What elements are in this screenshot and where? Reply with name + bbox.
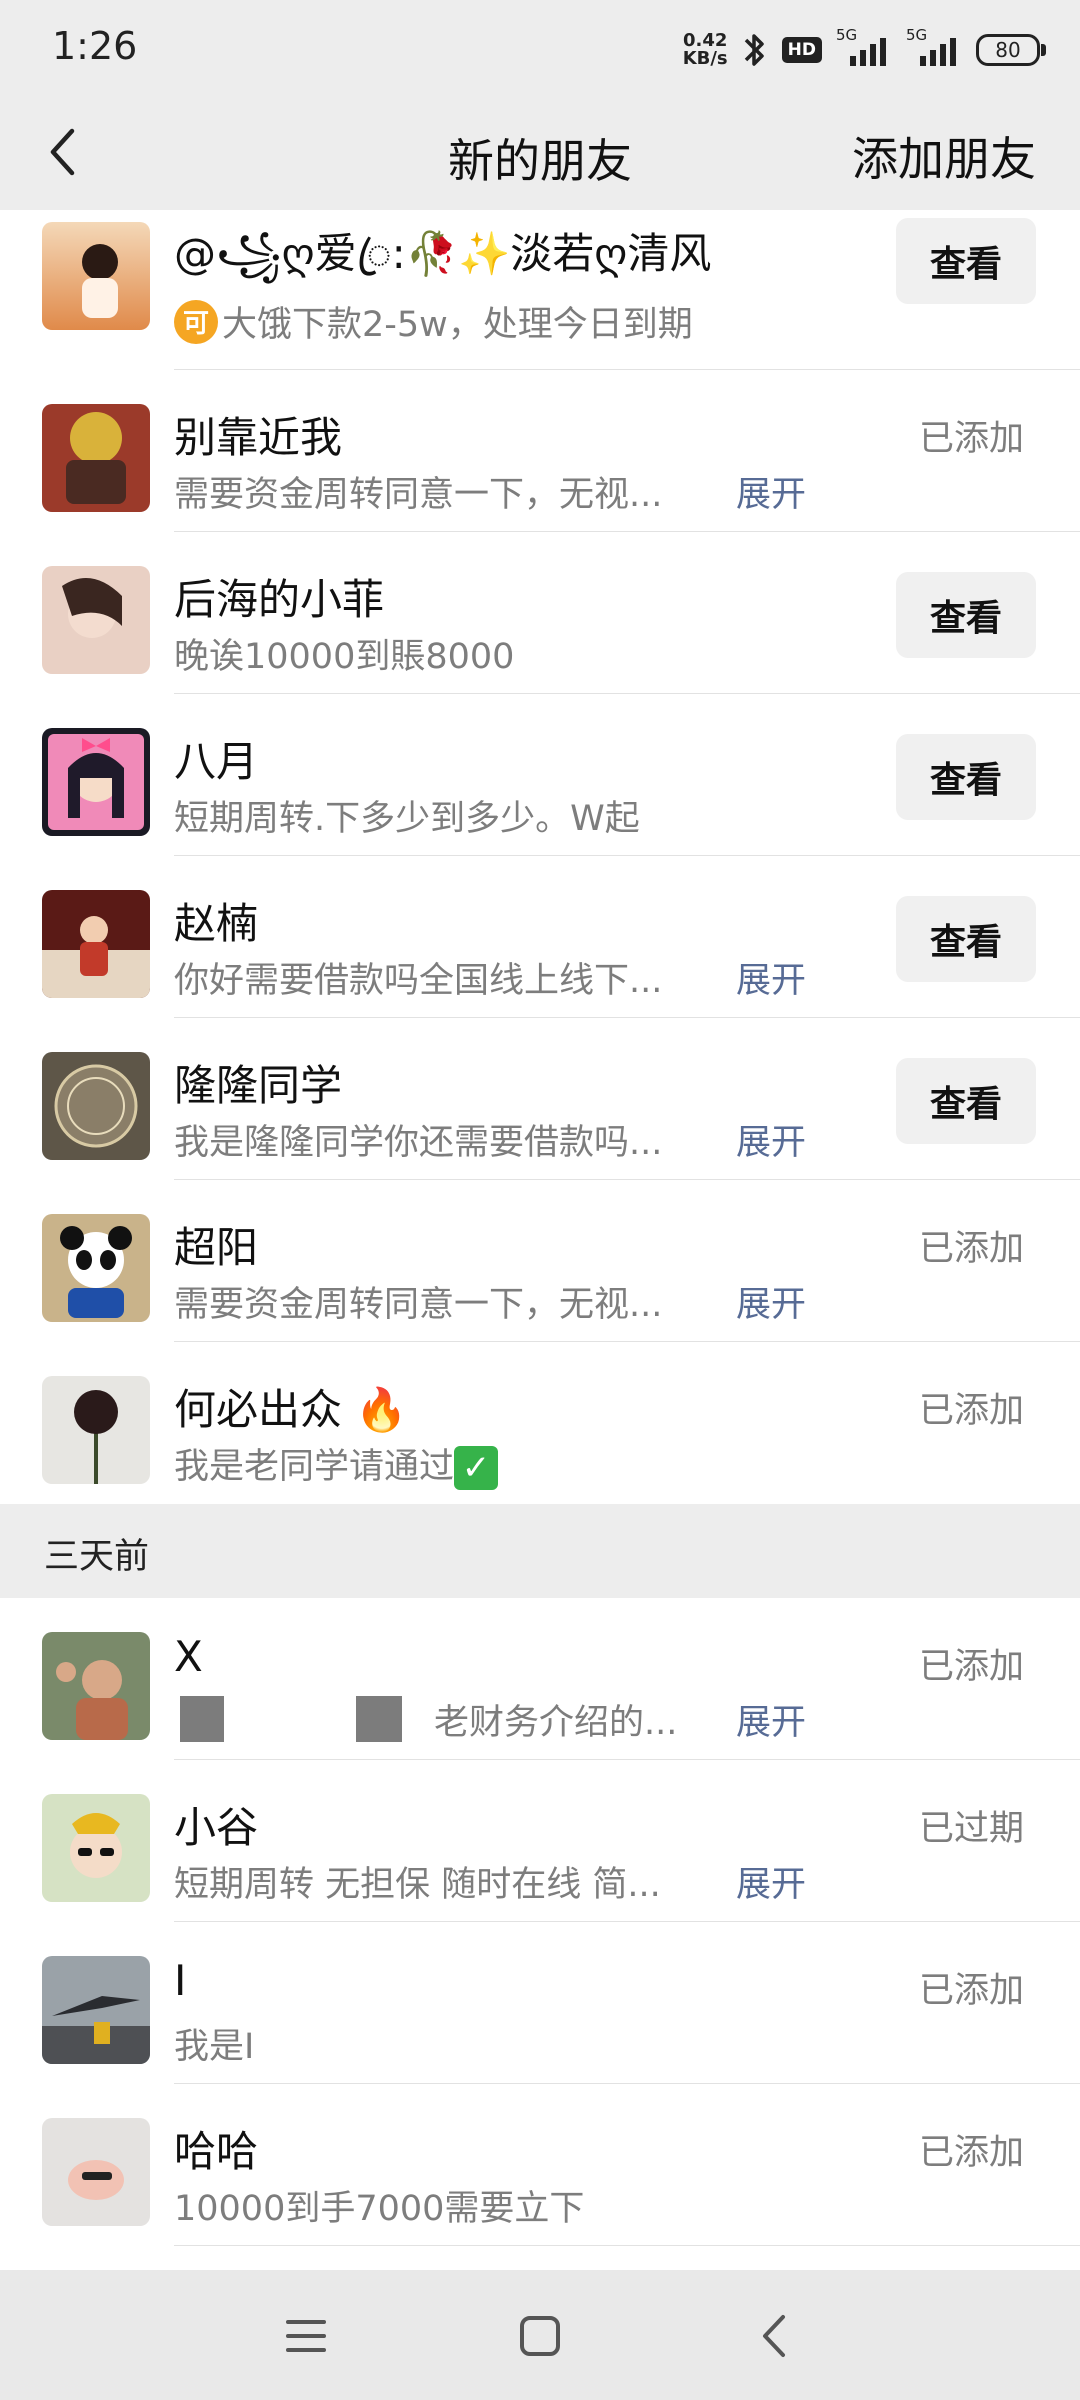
redaction-block <box>356 1696 402 1742</box>
avatar <box>42 1632 150 1740</box>
status-label: 已添加 <box>918 1229 1024 1269</box>
battery-indicator: 80 <box>976 34 1046 66</box>
status-label: 已添加 <box>918 1391 1024 1431</box>
home-button[interactable] <box>512 2308 568 2364</box>
expand-link[interactable]: 展开 <box>736 1694 806 1745</box>
request-message: 晚诶10000到賬8000 <box>174 637 515 677</box>
contact-name: 隆隆同学 <box>174 1061 343 1110</box>
request-message: 需要资金周转同意一下，无视... <box>174 1285 663 1325</box>
fire-icon: 🔥 <box>355 1385 408 1434</box>
navigation-bar: 新的朋友 添加朋友 <box>0 95 1080 210</box>
status-icons: 0.42 KB/s HD 5G 5G 80 <box>683 26 1046 72</box>
divider <box>174 2245 1080 2246</box>
request-message: 老财务介绍的... <box>434 1703 678 1743</box>
contact-name: 何必出众 🔥 <box>174 1385 408 1434</box>
menu-button[interactable] <box>278 2308 334 2364</box>
request-message: 我是老同学请通过 ✓ <box>174 1438 499 1490</box>
signal-2-icon: 5G <box>906 26 962 70</box>
contact-name: 八月 <box>174 737 259 786</box>
contact-name: 别靠近我 <box>174 413 343 462</box>
status-label: 已添加 <box>918 1647 1024 1687</box>
contact-name: X <box>174 1632 203 1681</box>
nav-back-icon <box>763 2315 785 2357</box>
contact-name: 哈哈 <box>174 2127 259 2176</box>
request-message: 需要资金周转同意一下，无视... <box>174 475 663 515</box>
coin-icon: 可 <box>174 299 218 344</box>
status-label: 已添加 <box>918 419 1024 459</box>
net-speed-unit: KB/s <box>682 48 728 69</box>
expand-link[interactable]: 展开 <box>736 1276 806 1327</box>
avatar <box>42 728 150 836</box>
check-icon: ✓ <box>454 1446 499 1490</box>
friend-request-row[interactable]: 何必出众 🔥 我是老同学请通过 ✓ 已添加 <box>0 1342 1080 1504</box>
friend-request-row[interactable]: 超阳 需要资金周转同意一下，无视... 展开 已添加 <box>0 1180 1080 1342</box>
status-label: 已添加 <box>918 2133 1024 2173</box>
system-navigation-bar <box>0 2270 1080 2400</box>
system-back-button[interactable] <box>746 2308 802 2364</box>
friend-request-list: @꧁ღ爱ꦿ:🥀✨淡若ღ清风 可 大饿下款2-5w，处理今日到期 查看 别靠近我 … <box>0 210 1080 2246</box>
friend-request-row[interactable]: 小谷 短期周转 无担保 随时在线 简... 展开 已过期 <box>0 1760 1080 1922</box>
avatar <box>42 1052 150 1160</box>
section-label: 三天前 <box>44 1537 150 1577</box>
view-button[interactable]: 查看 <box>896 896 1036 982</box>
avatar <box>42 1794 150 1902</box>
request-message: 10000到手7000需要立下 <box>174 2189 585 2229</box>
status-time: 1:26 <box>52 24 138 68</box>
contact-name: 后海的小菲 <box>174 575 385 624</box>
expand-link[interactable]: 展开 <box>736 466 806 517</box>
bluetooth-icon <box>742 30 768 70</box>
friend-request-row[interactable]: 赵楠 你好需要借款吗全国线上线下... 展开 查看 <box>0 856 1080 1018</box>
home-icon <box>520 2316 560 2356</box>
expand-link[interactable]: 展开 <box>736 1856 806 1907</box>
expand-link[interactable]: 展开 <box>736 952 806 1003</box>
section-header: 三天前 <box>0 1504 1080 1598</box>
avatar <box>42 2118 150 2226</box>
contact-name: 超阳 <box>174 1223 259 1272</box>
contact-name: @꧁ღ爱ꦿ:🥀✨淡若ღ清风 <box>174 229 712 278</box>
status-label: 已添加 <box>918 1971 1024 2011</box>
request-message: 我是I <box>174 2027 255 2067</box>
friend-request-row[interactable]: 哈哈 10000到手7000需要立下 已添加 <box>0 2084 1080 2246</box>
menu-icon <box>286 2320 326 2352</box>
contact-name: I <box>174 1956 187 2005</box>
avatar <box>42 890 150 998</box>
request-message: 你好需要借款吗全国线上线下... <box>174 961 663 1001</box>
request-message: 短期周转.下多少到多少。W起 <box>174 799 640 839</box>
request-message-text: 大饿下款2-5w，处理今日到期 <box>222 305 693 345</box>
avatar <box>42 1214 150 1322</box>
friend-request-row[interactable]: 别靠近我 需要资金周转同意一下，无视... 展开 已添加 <box>0 370 1080 532</box>
view-button[interactable]: 查看 <box>896 572 1036 658</box>
expand-link[interactable]: 展开 <box>736 1114 806 1165</box>
avatar <box>42 404 150 512</box>
view-button[interactable]: 查看 <box>896 1058 1036 1144</box>
request-message: 我是隆隆同学你还需要借款吗... <box>174 1123 663 1163</box>
status-label: 已过期 <box>918 1809 1024 1849</box>
friend-request-row[interactable]: I 我是I 已添加 <box>0 1922 1080 2084</box>
view-button[interactable]: 查看 <box>896 218 1036 304</box>
friend-request-row[interactable]: X 老财务介绍的... 展开 已添加 <box>0 1598 1080 1760</box>
friend-request-row[interactable]: 八月 短期周转.下多少到多少。W起 查看 <box>0 694 1080 856</box>
hd-voice-icon: HD <box>781 37 822 63</box>
avatar <box>42 1956 150 2064</box>
friend-request-row[interactable]: 隆隆同学 我是隆隆同学你还需要借款吗... 展开 查看 <box>0 1018 1080 1180</box>
signal-1-icon: 5G <box>836 26 892 70</box>
friend-request-row[interactable]: @꧁ღ爱ꦿ:🥀✨淡若ღ清风 可 大饿下款2-5w，处理今日到期 查看 <box>0 210 1080 370</box>
redaction-block <box>180 1696 224 1742</box>
contact-name: 赵楠 <box>174 899 259 948</box>
request-message: 可 大饿下款2-5w，处理今日到期 <box>174 296 693 347</box>
view-button[interactable]: 查看 <box>896 734 1036 820</box>
network-speed: 0.42 KB/s <box>683 32 728 68</box>
status-bar: 1:26 0.42 KB/s HD 5G 5G 80 <box>0 0 1080 95</box>
avatar <box>42 222 150 330</box>
contact-name: 小谷 <box>174 1803 259 1852</box>
request-message: 短期周转 无担保 随时在线 简... <box>174 1865 661 1905</box>
add-friend-button[interactable]: 添加朋友 <box>852 123 1036 189</box>
avatar <box>42 566 150 674</box>
friend-request-row[interactable]: 后海的小菲 晚诶10000到賬8000 查看 <box>0 532 1080 694</box>
avatar <box>42 1376 150 1484</box>
